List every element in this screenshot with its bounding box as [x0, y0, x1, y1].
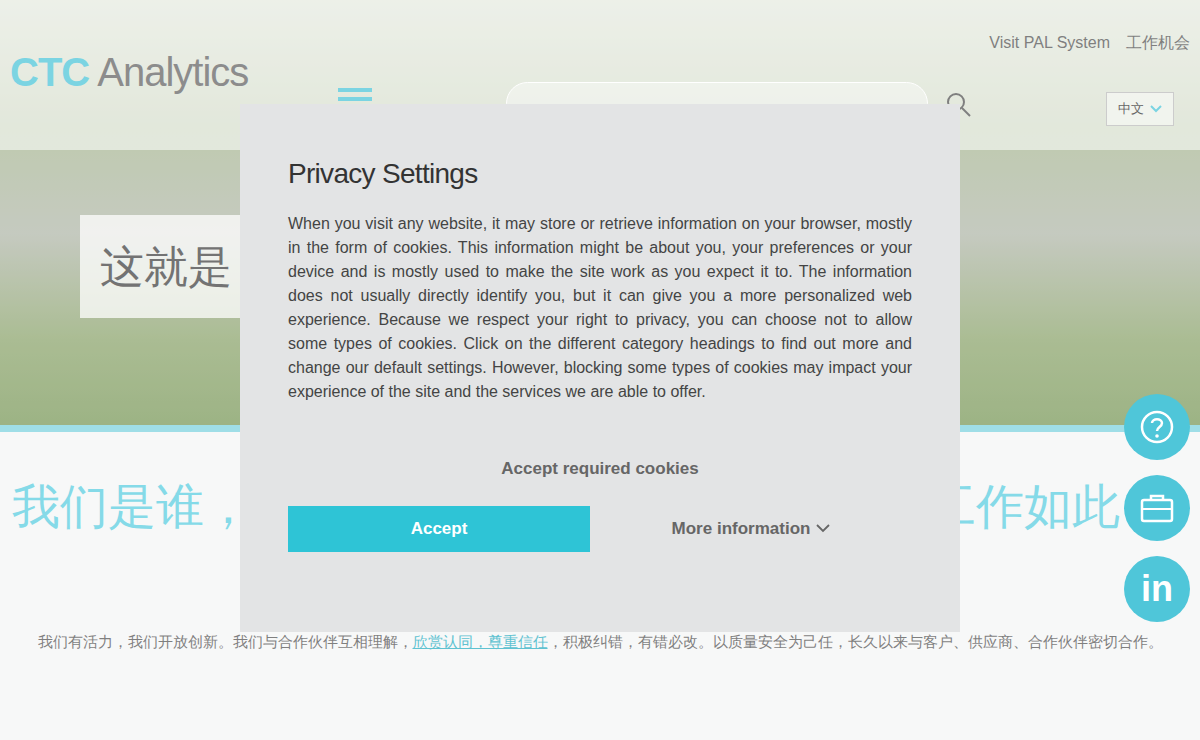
- briefcase-icon: [1139, 492, 1175, 524]
- privacy-dialog: Privacy Settings When you visit any webs…: [240, 104, 960, 632]
- linkedin-button[interactable]: in: [1124, 556, 1190, 622]
- linkedin-icon: in: [1141, 571, 1173, 607]
- chevron-down-icon: [816, 524, 830, 533]
- more-info-button[interactable]: More information: [590, 516, 912, 542]
- jobs-button[interactable]: [1124, 475, 1190, 541]
- page: CTC Analytics Visit PAL System 工作机会 中文: [0, 0, 1200, 740]
- dialog-actions: Accept More information: [288, 506, 912, 552]
- dialog-title: Privacy Settings: [288, 156, 912, 192]
- side-buttons: in: [1124, 394, 1190, 622]
- help-button[interactable]: [1124, 394, 1190, 460]
- accept-button[interactable]: Accept: [288, 506, 590, 552]
- question-icon: [1139, 409, 1175, 445]
- dialog-body: When you visit any website, it may store…: [288, 212, 912, 404]
- accept-required-button[interactable]: Accept required cookies: [288, 456, 912, 482]
